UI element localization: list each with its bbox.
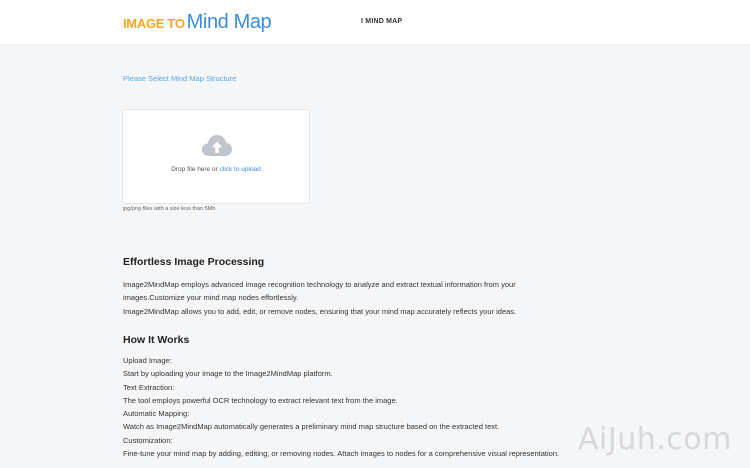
cloud-upload-icon	[202, 135, 232, 156]
click-to-upload-link[interactable]: click to upload	[220, 166, 261, 173]
step-description: Watch as Image2MindMap automatically gen…	[123, 422, 500, 432]
section-body: Upload Image: Start by uploading your im…	[123, 354, 603, 460]
section-how-it-works: How It Works Upload Image: Start by uplo…	[123, 334, 603, 460]
drop-instructions: Drop file here or click to upload	[123, 166, 309, 173]
logo-text-image-to: IMAGE TO	[123, 16, 185, 31]
step-description: Fine-tune your mind map by adding, editi…	[123, 449, 560, 459]
step-heading: Text Extraction:	[123, 382, 175, 392]
body-line: Image2MindMap allows you to add, edit, o…	[123, 306, 517, 316]
select-structure-link[interactable]: Please Select Mind Map Structure	[123, 74, 236, 83]
step-description: The tool employs powerful OCR technology…	[123, 395, 398, 405]
watermark: AiJuh.com	[578, 422, 732, 457]
step-heading: Upload Image:	[123, 356, 172, 365]
body-line: images.Customize your mind map nodes eff…	[123, 293, 299, 303]
section-title: How It Works	[123, 334, 190, 346]
drop-text: Drop file here or	[171, 166, 220, 173]
step-heading: Automatic Mapping:	[123, 409, 190, 419]
top-header: IMAGE TO Mind Map I MIND MAP	[0, 0, 750, 45]
body-line: Image2MindMap employs advanced image rec…	[123, 280, 516, 289]
section-effortless-processing: Effortless Image Processing Image2MindMa…	[123, 256, 603, 318]
file-size-hint: jpg/png files with a size less than 5Mb	[123, 206, 216, 212]
upload-dropzone[interactable]: Drop file here or click to upload	[122, 109, 310, 204]
section-title: Effortless Image Processing	[123, 256, 265, 268]
nav-link-mind-map[interactable]: I MIND MAP	[361, 18, 402, 25]
logo-text-mind-map: Mind Map	[186, 11, 272, 33]
step-description: Start by uploading your image to the Ima…	[123, 369, 333, 379]
site-logo[interactable]: IMAGE TO Mind Map	[123, 11, 272, 35]
step-heading: Customization:	[123, 435, 173, 445]
section-body: Image2MindMap employs advanced image rec…	[123, 278, 603, 318]
